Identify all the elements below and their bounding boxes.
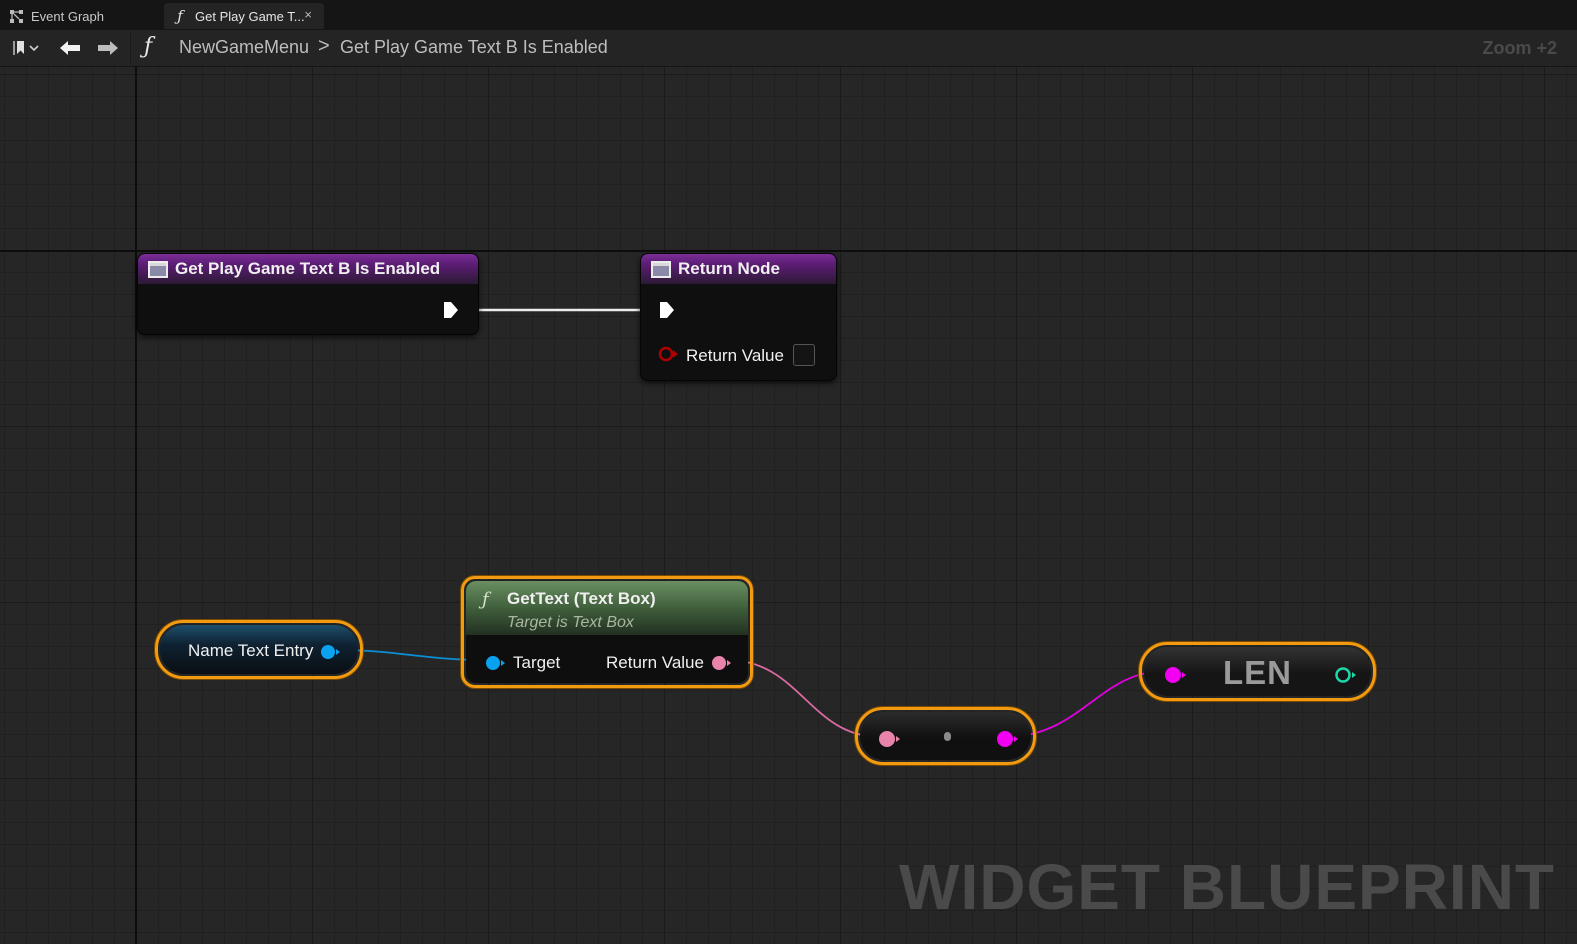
zoom-level: Zoom +2: [1482, 38, 1557, 58]
variable-get-node[interactable]: Name Text Entry: [155, 620, 363, 679]
get-text-node[interactable]: ƒ GetText (Text Box) Target is Text Box …: [461, 576, 753, 688]
text-input-pin[interactable]: [878, 730, 902, 748]
function-entry-node[interactable]: Get Play Game Text B Is Enabled: [137, 253, 479, 335]
tab-label: Event Graph: [31, 8, 104, 24]
function-icon: ƒ: [177, 7, 183, 25]
bookmark-icon: [13, 41, 39, 55]
pin-label: Target: [513, 653, 561, 672]
node-header: ƒ GetText (Text Box) Target is Text Box: [466, 581, 748, 635]
tab-label: Get Play Game T...: [195, 8, 305, 24]
function-icon: ƒ: [482, 589, 489, 610]
function-entry-icon: [148, 260, 168, 278]
pin-label: Return Value: [606, 653, 704, 672]
graph-toolbar: ƒ NewGameMenu > Get Play Game Text B Is …: [0, 30, 1577, 67]
document-tab-bar: Event Graph ƒ Get Play Game T... ×: [0, 0, 1577, 30]
tab-event-graph[interactable]: Event Graph: [0, 3, 160, 29]
len-node[interactable]: LEN: [1139, 642, 1376, 701]
breadcrumb-separator-icon: >: [318, 35, 330, 57]
conversion-dot-icon: [944, 732, 951, 741]
event-graph-icon: [8, 8, 24, 24]
exec-output-pin[interactable]: [442, 300, 460, 320]
function-icon: ƒ: [144, 34, 153, 59]
bookmark-dropdown-button[interactable]: [6, 30, 46, 66]
exec-input-pin[interactable]: [658, 300, 676, 320]
node-title: Get Play Game Text B Is Enabled: [175, 259, 441, 278]
pin-label: Return Value: [686, 346, 784, 365]
boolean-input-pin[interactable]: [658, 346, 680, 362]
string-output-pin[interactable]: [996, 730, 1020, 748]
variable-name: Name Text Entry: [188, 641, 314, 660]
tab-get-play-game-text[interactable]: ƒ Get Play Game T... ×: [164, 3, 324, 29]
node-subtitle: Target is Text Box: [507, 614, 634, 631]
node-header: Get Play Game Text B Is Enabled: [138, 254, 478, 284]
node-header: Return Node: [641, 254, 836, 284]
arrow-right-icon: [98, 41, 118, 55]
breadcrumb-blueprint[interactable]: NewGameMenu: [179, 37, 309, 58]
return-node-icon: [651, 260, 671, 278]
arrow-left-icon: [60, 41, 80, 55]
return-value-checkbox[interactable]: [793, 344, 815, 366]
text-output-pin[interactable]: [711, 655, 733, 671]
wire-layer: [335, 308, 1166, 738]
close-tab-icon[interactable]: ×: [304, 7, 312, 22]
integer-output-pin[interactable]: [1334, 666, 1358, 684]
graph-type-watermark: WIDGET BLUEPRINT: [899, 851, 1555, 923]
node-title: GetText (Text Box): [507, 589, 656, 608]
back-button[interactable]: [54, 30, 86, 66]
object-input-pin[interactable]: [485, 655, 507, 671]
forward-button[interactable]: [92, 30, 124, 66]
object-output-pin[interactable]: [320, 644, 342, 660]
breadcrumb-function[interactable]: Get Play Game Text B Is Enabled: [340, 37, 608, 58]
text-to-string-conversion-node[interactable]: [855, 707, 1036, 765]
blueprint-graph-canvas[interactable]: Get Play Game Text B Is Enabled Return N…: [0, 67, 1577, 944]
node-title: Return Node: [678, 259, 780, 278]
toolbar-divider: [130, 32, 131, 64]
return-node[interactable]: Return Node Return Value: [640, 253, 837, 381]
